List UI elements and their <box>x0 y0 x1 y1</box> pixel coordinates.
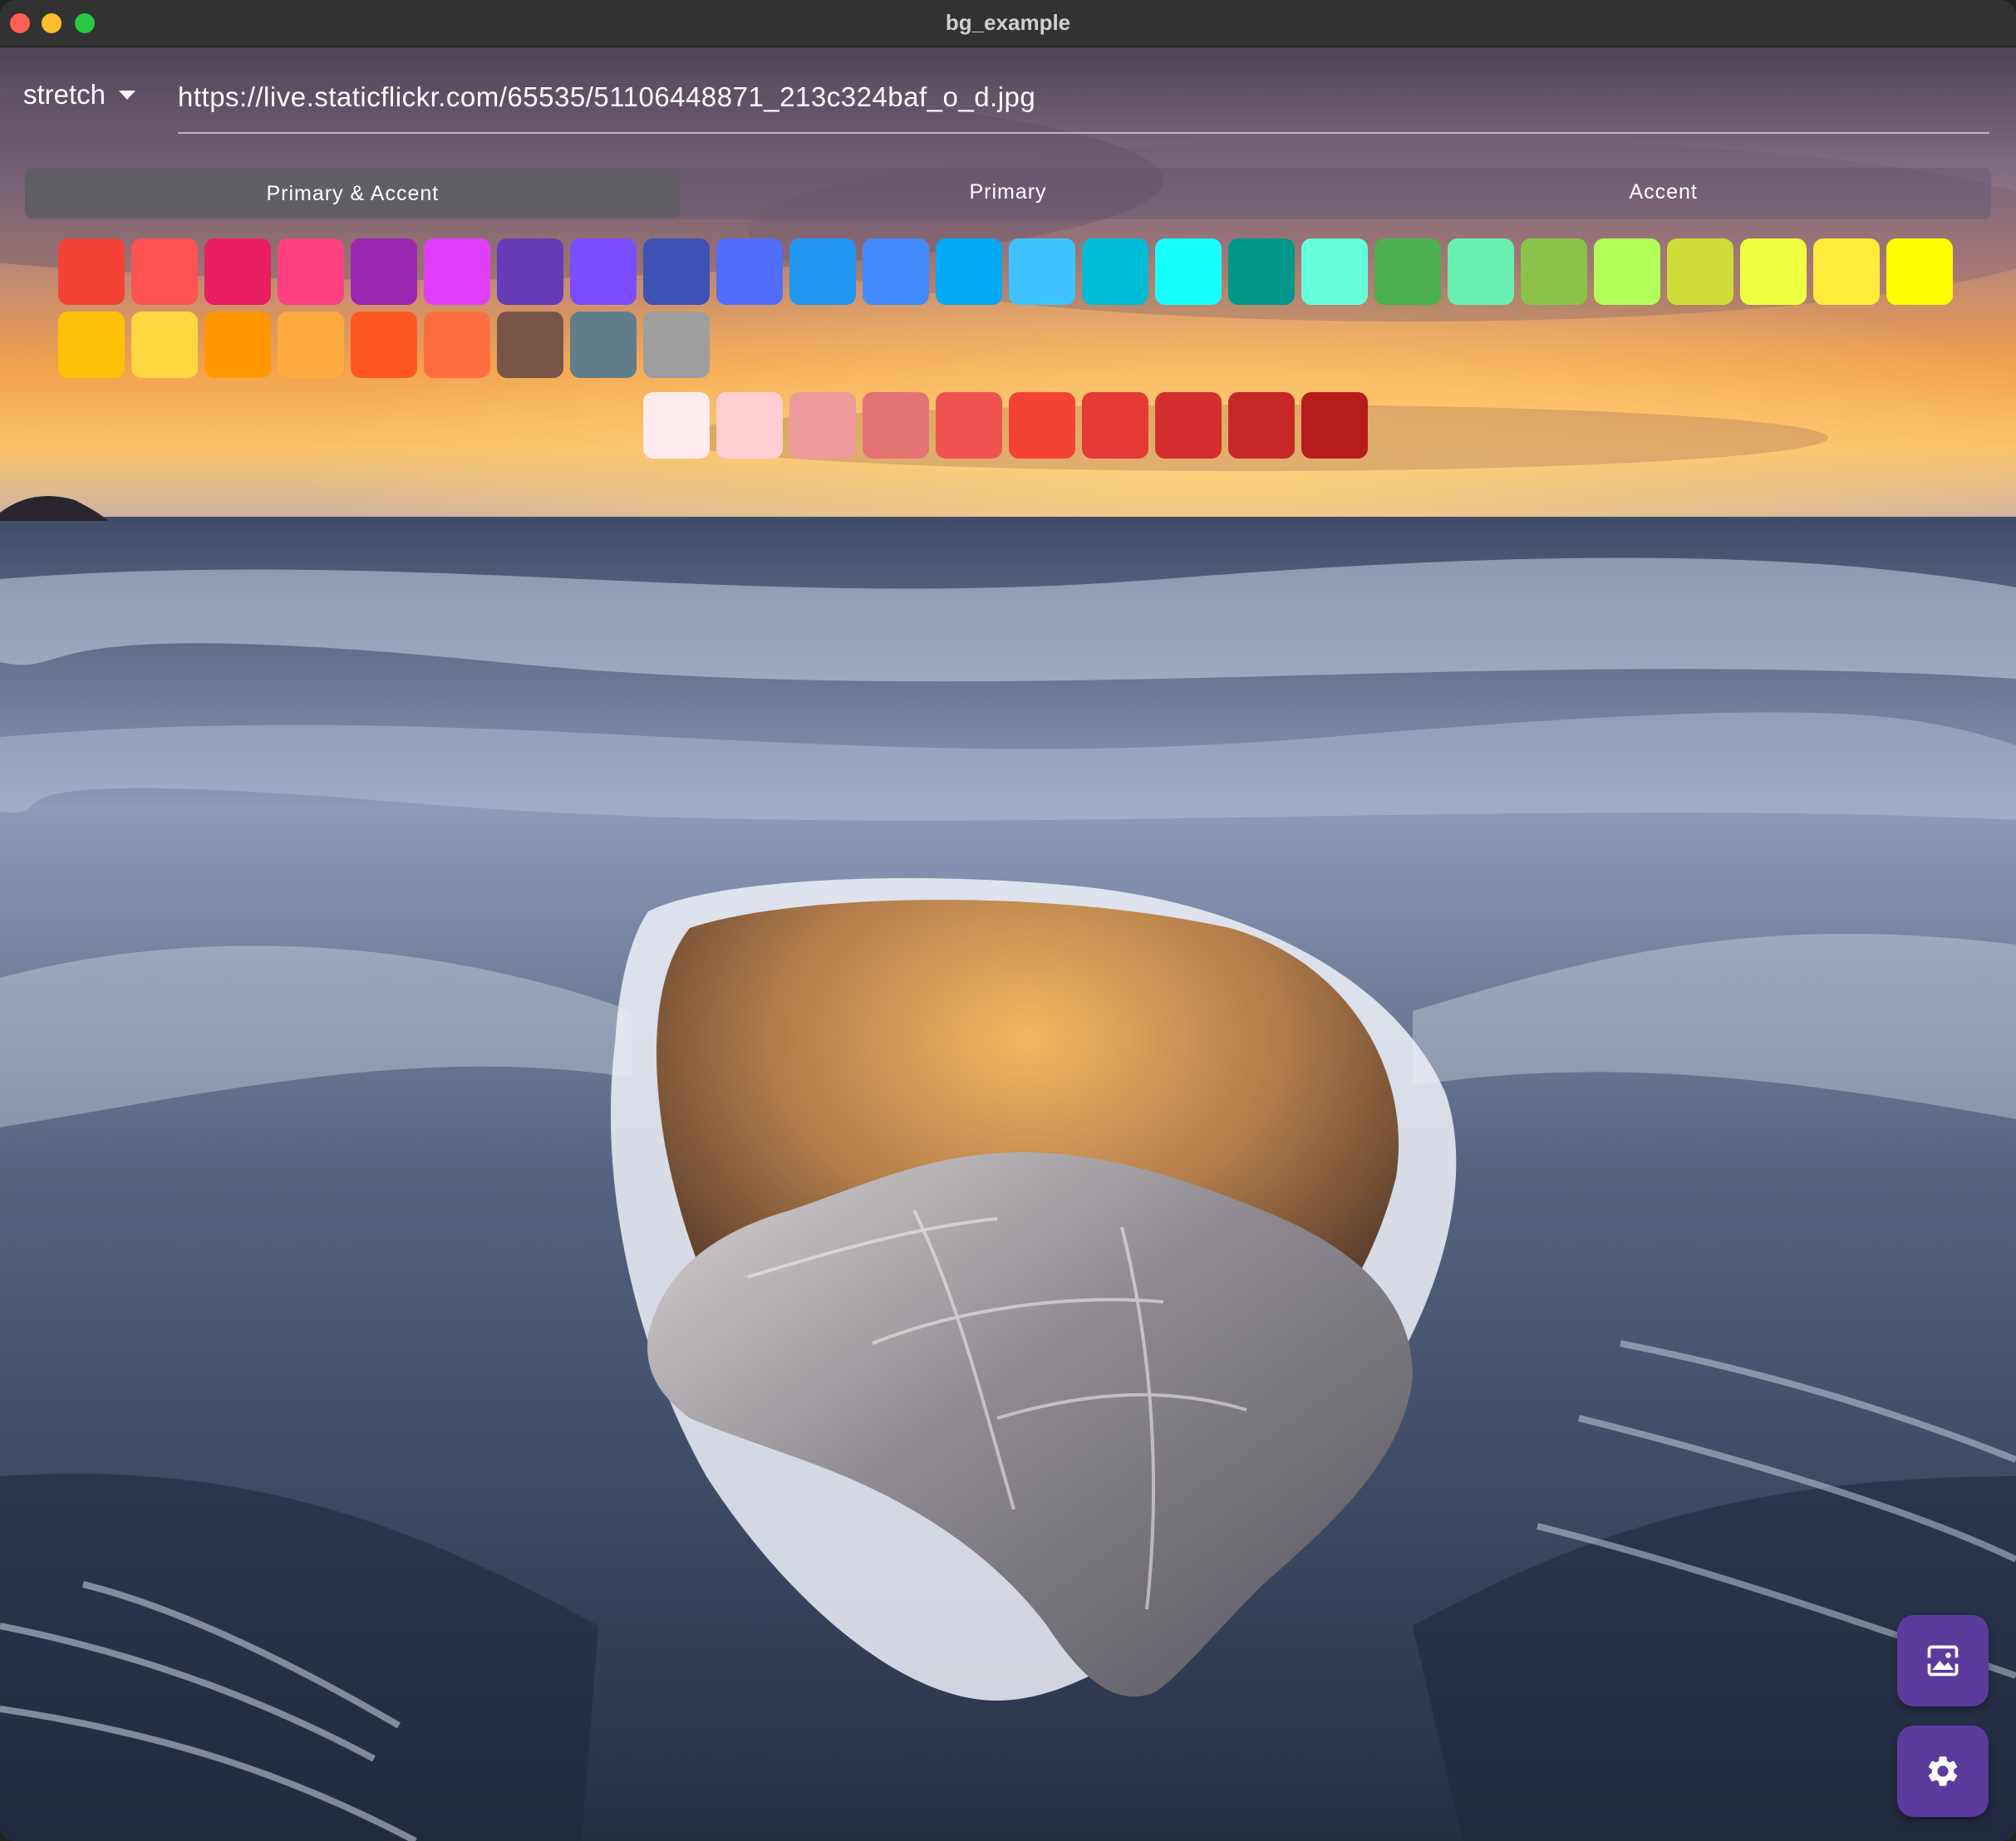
shade-swatch[interactable] <box>863 392 929 459</box>
color-swatch[interactable] <box>58 312 125 378</box>
color-swatch[interactable] <box>131 238 198 305</box>
color-swatch[interactable] <box>424 238 490 305</box>
color-swatch[interactable] <box>863 238 929 305</box>
color-swatch[interactable] <box>1813 238 1880 305</box>
chevron-down-icon <box>119 90 136 100</box>
color-swatch[interactable] <box>570 238 637 305</box>
color-swatch[interactable] <box>570 312 637 378</box>
image-button[interactable] <box>1897 1615 1989 1706</box>
shade-swatch[interactable] <box>643 392 710 459</box>
color-swatch[interactable] <box>1009 238 1075 305</box>
color-swatch[interactable] <box>278 238 344 305</box>
shade-swatch[interactable] <box>1301 392 1368 459</box>
color-swatch[interactable] <box>204 238 271 305</box>
color-swatch[interactable] <box>716 238 783 305</box>
shade-swatch[interactable] <box>716 392 783 459</box>
shade-swatch[interactable] <box>1228 392 1295 459</box>
color-swatch[interactable] <box>1155 238 1222 305</box>
shade-palette <box>643 392 1368 459</box>
color-swatch[interactable] <box>643 238 710 305</box>
image-icon <box>1925 1645 1961 1677</box>
title-bar: bg_example <box>0 0 2016 47</box>
color-swatch[interactable] <box>643 312 710 378</box>
settings-button[interactable] <box>1897 1726 1989 1817</box>
color-swatch[interactable] <box>351 238 417 305</box>
color-swatch[interactable] <box>497 238 563 305</box>
color-swatch[interactable] <box>58 238 125 305</box>
color-swatch[interactable] <box>1740 238 1807 305</box>
image-url-field[interactable]: https://live.staticflickr.com/65535/5110… <box>178 81 1989 134</box>
color-swatch[interactable] <box>204 312 271 378</box>
color-swatch[interactable] <box>1228 238 1295 305</box>
fit-mode-label: stretch <box>23 79 106 110</box>
color-swatch[interactable] <box>1301 238 1368 305</box>
color-swatch[interactable] <box>351 312 417 378</box>
color-swatch[interactable] <box>789 238 856 305</box>
color-swatch[interactable] <box>936 238 1002 305</box>
color-swatch[interactable] <box>278 312 344 378</box>
tab-accent[interactable]: Accent <box>1335 168 1991 219</box>
color-swatch[interactable] <box>131 312 198 378</box>
palette-tabs: Primary & Accent Primary Accent <box>25 168 1991 219</box>
tab-primary-accent[interactable]: Primary & Accent <box>25 169 681 218</box>
color-swatch[interactable] <box>424 312 490 378</box>
color-swatch[interactable] <box>1521 238 1587 305</box>
fit-mode-dropdown[interactable]: stretch <box>23 79 136 110</box>
color-swatch[interactable] <box>1082 238 1148 305</box>
color-swatch[interactable] <box>1594 238 1660 305</box>
window-title: bg_example <box>945 10 1071 35</box>
main-content: stretch https://live.staticflickr.com/65… <box>0 47 2016 1841</box>
shade-swatch[interactable] <box>1009 392 1075 459</box>
tab-primary[interactable]: Primary <box>681 168 1336 219</box>
shade-swatch[interactable] <box>1082 392 1148 459</box>
top-bar: stretch https://live.staticflickr.com/65… <box>0 47 2016 155</box>
color-swatch[interactable] <box>497 312 563 378</box>
color-palette <box>58 238 1961 378</box>
color-swatch[interactable] <box>1374 238 1441 305</box>
shade-swatch[interactable] <box>1155 392 1222 459</box>
gear-icon <box>1928 1756 1958 1786</box>
app-window: bg_example stretch https://live.staticfl… <box>0 0 2016 1841</box>
shade-swatch[interactable] <box>936 392 1002 459</box>
color-swatch[interactable] <box>1667 238 1733 305</box>
color-swatch[interactable] <box>1886 238 1953 305</box>
color-swatch[interactable] <box>1448 238 1514 305</box>
shade-swatch[interactable] <box>789 392 856 459</box>
